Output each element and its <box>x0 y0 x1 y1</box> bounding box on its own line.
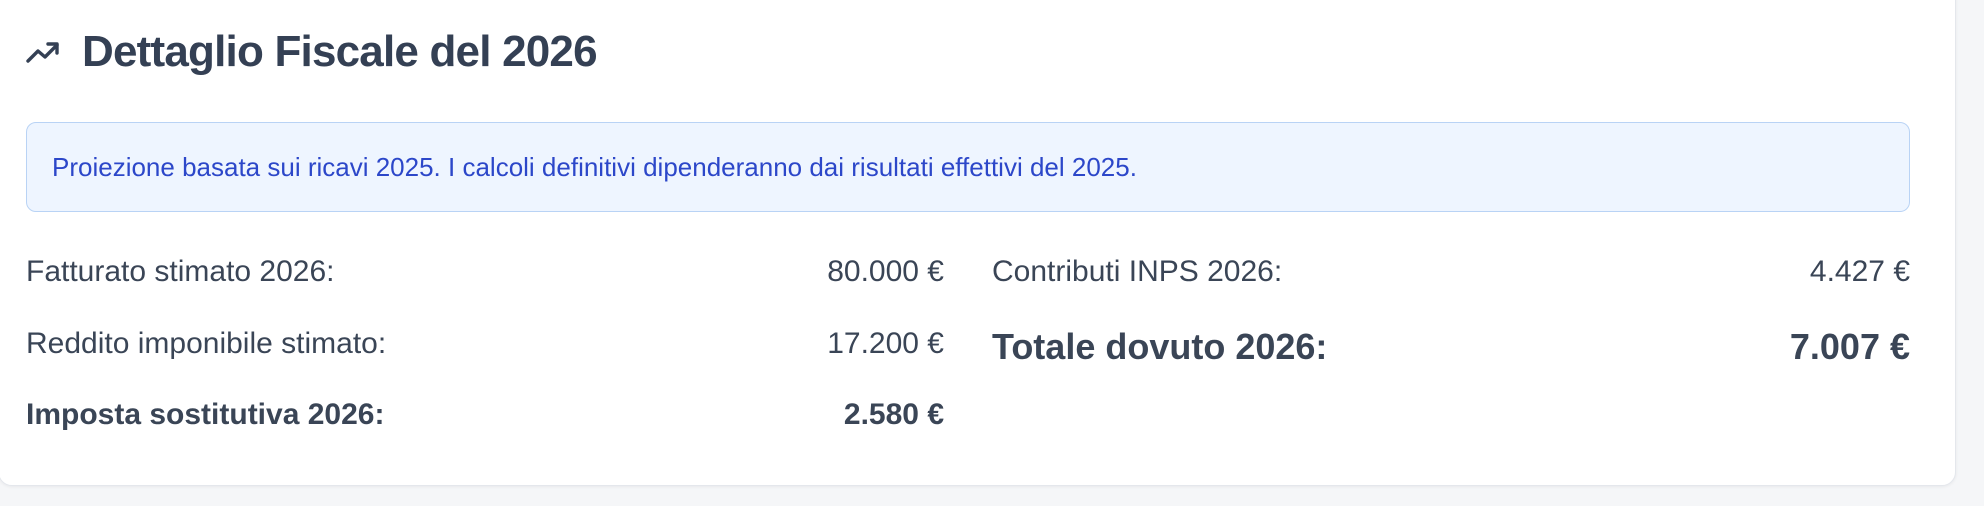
inps-contributions-label: Contributi INPS 2026: <box>992 255 1283 288</box>
taxable-income-value: 17.200 € <box>827 327 944 360</box>
projection-notice: Proiezione basata sui ricavi 2025. I cal… <box>26 122 1910 212</box>
taxable-income-label: Reddito imponibile stimato: <box>26 327 387 360</box>
substitute-tax-label: Imposta sostitutiva 2026: <box>26 398 385 431</box>
estimated-revenue-label: Fatturato stimato 2026: <box>26 255 335 288</box>
total-due-value: 7.007 € <box>1789 326 1910 367</box>
trending-up-icon <box>26 38 62 66</box>
substitute-tax-row: Imposta sostitutiva 2026: 2.580 € <box>26 395 944 435</box>
page-title: Dettaglio Fiscale del 2026 <box>82 27 598 76</box>
taxable-income-row: Reddito imponibile stimato: 17.200 € <box>26 324 944 364</box>
total-due-label: Totale dovuto 2026: <box>992 326 1328 367</box>
substitute-tax-value: 2.580 € <box>843 398 944 431</box>
inps-contributions-row: Contributi INPS 2026: 4.427 € <box>992 252 1910 292</box>
estimated-revenue-value: 80.000 € <box>827 255 944 288</box>
card-header: Dettaglio Fiscale del 2026 <box>26 24 598 80</box>
total-due-row: Totale dovuto 2026: 7.007 € <box>992 326 1910 368</box>
projection-notice-text: Proiezione basata sui ricavi 2025. I cal… <box>52 151 1137 182</box>
estimated-revenue-row: Fatturato stimato 2026: 80.000 € <box>26 252 944 292</box>
inps-contributions-value: 4.427 € <box>1809 255 1910 288</box>
